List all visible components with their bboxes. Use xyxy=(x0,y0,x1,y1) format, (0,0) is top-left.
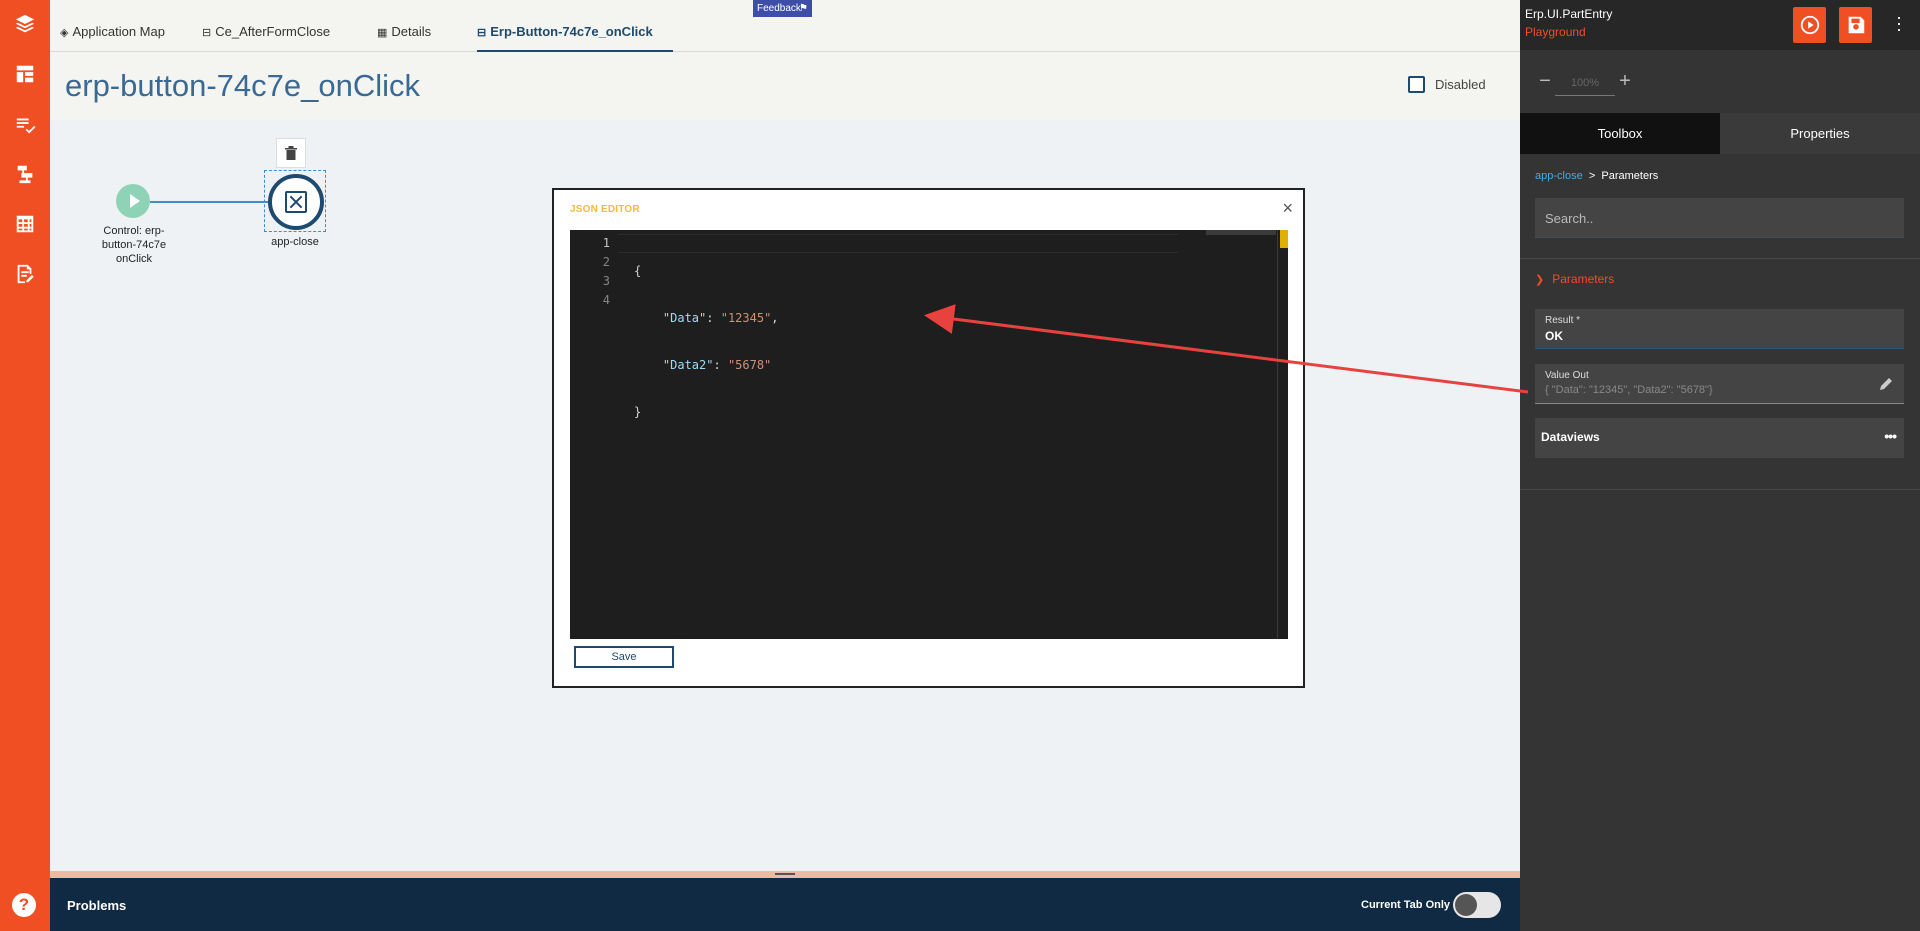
breadcrumb-current: Parameters xyxy=(1601,170,1659,182)
zoom-control: − 100% + xyxy=(1535,62,1635,100)
dataviews-section[interactable]: Dataviews ••• xyxy=(1535,418,1904,458)
save-button[interactable]: Save xyxy=(574,646,674,668)
layers-icon[interactable] xyxy=(13,12,37,36)
problems-title: Problems xyxy=(67,898,127,913)
value-out-field[interactable]: Value Out { "Data": "12345", "Data2": "5… xyxy=(1535,364,1904,404)
right-panel-header: Erp.UI.PartEntry Playground · · · xyxy=(1520,0,1920,50)
search-input[interactable]: Search.. xyxy=(1535,198,1904,238)
breadcrumb: app-close > Parameters xyxy=(1535,170,1659,182)
disabled-toggle[interactable]: Disabled xyxy=(1408,76,1486,93)
delete-node-button[interactable] xyxy=(276,138,306,168)
parameters-section-header[interactable]: ❯ Parameters xyxy=(1535,272,1614,286)
chevron-down-icon: ❯ xyxy=(1535,273,1545,286)
grid-icon[interactable] xyxy=(13,212,37,236)
panel-tabs: Toolbox Properties xyxy=(1520,113,1920,154)
flow-icon: ⊟ xyxy=(202,27,212,39)
minimap[interactable] xyxy=(1206,230,1276,235)
line-numbers: 1 2 3 4 xyxy=(602,236,610,307)
start-node-label: Control: erp-button-74c7e onClick xyxy=(101,225,167,265)
app-environment: Playground xyxy=(1525,25,1586,39)
layers-icon: ◈ xyxy=(60,27,69,39)
json-editor-dialog: JSON EDITOR × 1 2 3 4 { "Data": "12345",… xyxy=(552,188,1305,688)
close-icon[interactable]: × xyxy=(1282,198,1293,219)
result-field[interactable]: Result * OK xyxy=(1535,309,1904,349)
more-vertical-icon[interactable]: · · · xyxy=(1896,8,1902,38)
code-lines: { "Data": "12345", "Data2": "5678" } xyxy=(634,264,779,419)
zoom-out-button[interactable]: − xyxy=(1535,70,1555,93)
scrollbar-marker[interactable] xyxy=(1280,230,1288,248)
current-tab-only-label: Current Tab Only xyxy=(1361,899,1451,911)
divider xyxy=(1520,258,1920,259)
tab-ce-afterformclose[interactable]: ⊟ Ce_AfterFormClose xyxy=(202,24,330,52)
page-title: erp-button-74c7e_onClick xyxy=(65,68,420,103)
tab-properties[interactable]: Properties xyxy=(1720,113,1920,154)
divider xyxy=(1520,489,1920,490)
floppy-disk-icon xyxy=(1848,16,1864,34)
current-tab-only-toggle[interactable] xyxy=(1453,892,1501,918)
layout-icon[interactable] xyxy=(13,62,37,86)
flow-icon[interactable] xyxy=(13,162,37,186)
breadcrumb-link[interactable]: app-close xyxy=(1535,170,1583,182)
panel-resize-handle[interactable] xyxy=(50,871,1520,878)
title-bar: erp-button-74c7e_onClick Disabled xyxy=(50,52,1520,120)
save-app-button[interactable] xyxy=(1839,7,1872,43)
problems-panel: Problems Current Tab Only xyxy=(50,878,1520,931)
dialog-title: JSON EDITOR xyxy=(570,204,640,215)
tab-erp-button-onclick[interactable]: ⊟ Erp-Button-74c7e_onClick xyxy=(477,24,673,52)
tab-toolbox[interactable]: Toolbox xyxy=(1520,113,1720,154)
left-rail: ? xyxy=(0,0,50,931)
app-close-label: app-close xyxy=(271,236,319,248)
disabled-checkbox[interactable] xyxy=(1408,76,1425,93)
result-value: OK xyxy=(1545,329,1563,343)
minimap-divider xyxy=(1277,230,1278,639)
edit-document-icon[interactable] xyxy=(13,262,37,286)
right-panel: Erp.UI.PartEntry Playground · · · − 100% +… xyxy=(1520,0,1920,931)
pencil-icon[interactable] xyxy=(1878,376,1894,392)
close-box-icon xyxy=(285,191,307,213)
code-editor[interactable]: 1 2 3 4 { "Data": "12345", "Data2": "567… xyxy=(570,230,1288,639)
zoom-in-button[interactable]: + xyxy=(1615,70,1635,93)
value-out-label: Value Out xyxy=(1545,370,1589,381)
table-icon: ▦ xyxy=(377,27,388,39)
start-node[interactable] xyxy=(116,184,150,218)
value-out-value: { "Data": "12345", "Data2": "5678"} xyxy=(1545,384,1713,396)
feedback-button[interactable]: Feedback xyxy=(753,0,812,17)
disabled-label: Disabled xyxy=(1435,77,1486,92)
more-horizontal-icon[interactable]: ••• xyxy=(1884,428,1897,444)
flow-icon: ⊟ xyxy=(477,27,487,39)
play-circle-icon xyxy=(1800,15,1819,35)
tab-application-map[interactable]: ◈ Application Map xyxy=(60,24,165,52)
tab-details[interactable]: ▦ Details xyxy=(377,24,431,52)
zoom-level[interactable]: 100% xyxy=(1555,77,1615,96)
help-icon[interactable]: ? xyxy=(12,893,36,917)
app-name: Erp.UI.PartEntry xyxy=(1525,7,1613,21)
app-close-node[interactable] xyxy=(268,174,324,230)
trash-icon xyxy=(285,146,297,160)
result-label: Result * xyxy=(1545,315,1581,326)
checklist-icon[interactable] xyxy=(13,112,37,136)
run-button[interactable] xyxy=(1793,7,1826,43)
